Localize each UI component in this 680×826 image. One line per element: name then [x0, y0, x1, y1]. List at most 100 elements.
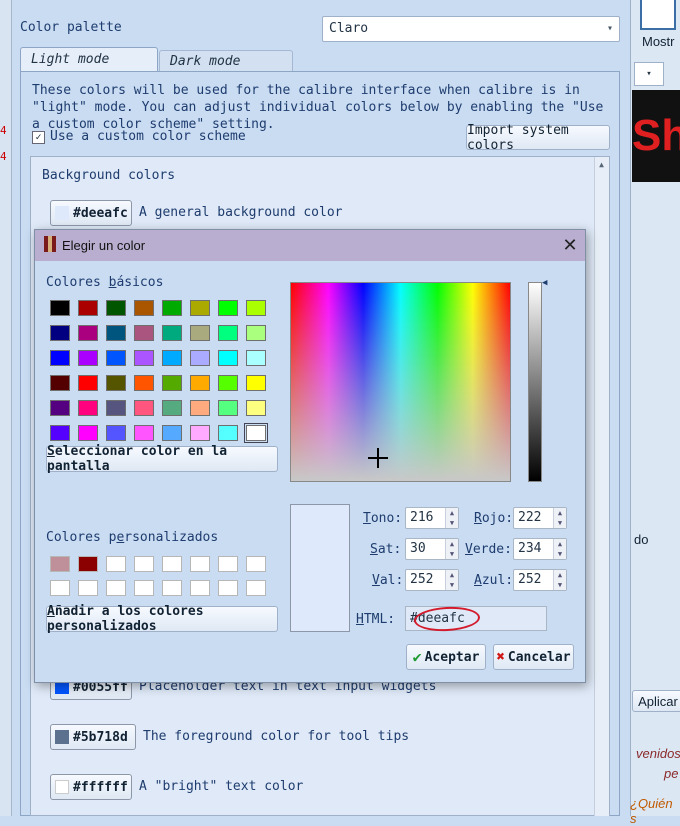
basic-color-swatch[interactable]: [134, 425, 154, 441]
basic-color-swatch[interactable]: [218, 400, 238, 416]
blue-spinbox[interactable]: 252 ▲ ▼: [513, 569, 567, 591]
basic-color-swatch[interactable]: [134, 400, 154, 416]
basic-color-swatch[interactable]: [78, 350, 98, 366]
basic-color-swatch[interactable]: [106, 425, 126, 441]
basic-color-swatch[interactable]: [78, 325, 98, 341]
import-system-colors-button[interactable]: Import system colors: [466, 123, 610, 153]
basic-color-swatch[interactable]: [218, 325, 238, 341]
value-slider-handle-icon[interactable]: ◀: [542, 278, 547, 288]
custom-color-slot[interactable]: [106, 580, 126, 596]
custom-scheme-checkbox[interactable]: ✓: [32, 131, 45, 144]
crosshair-icon: [368, 448, 388, 468]
val-stepper[interactable]: ▲ ▼: [445, 570, 458, 590]
basic-color-swatch[interactable]: [190, 300, 210, 316]
basic-color-swatch[interactable]: [78, 300, 98, 316]
banner-text: Sh: [632, 111, 680, 160]
basic-color-swatch[interactable]: [246, 325, 266, 341]
tab-dark-mode[interactable]: Dark mode colors: [159, 50, 293, 90]
basic-color-swatch[interactable]: [78, 400, 98, 416]
custom-color-slot[interactable]: [246, 556, 266, 572]
custom-color-slot[interactable]: [246, 580, 266, 596]
basic-color-swatch[interactable]: [50, 400, 70, 416]
chevron-down-icon: ▾: [606, 23, 613, 34]
colors-scrollbar[interactable]: [594, 157, 609, 816]
basic-color-swatch[interactable]: [246, 375, 266, 391]
custom-color-slot[interactable]: [218, 580, 238, 596]
palette-dropdown[interactable]: Claro ▾: [322, 16, 620, 42]
custom-color-slot[interactable]: [78, 556, 98, 572]
basic-color-swatch[interactable]: [162, 375, 182, 391]
basic-color-swatch[interactable]: [50, 300, 70, 316]
basic-color-swatch[interactable]: [190, 400, 210, 416]
basic-color-swatch[interactable]: [246, 350, 266, 366]
sat-spinbox[interactable]: 30 ▲ ▼: [405, 538, 459, 560]
custom-color-slot[interactable]: [50, 556, 70, 572]
val-spinbox[interactable]: 252 ▲ ▼: [405, 569, 459, 591]
custom-color-slot[interactable]: [106, 556, 126, 572]
basic-color-swatch[interactable]: [190, 325, 210, 341]
basic-color-swatch[interactable]: [134, 375, 154, 391]
basic-color-swatch[interactable]: [106, 375, 126, 391]
basic-color-swatch[interactable]: [190, 375, 210, 391]
pick-screen-color-button[interactable]: Seleccionar color en la pantalla: [46, 444, 278, 474]
basic-color-swatch[interactable]: [244, 423, 268, 443]
custom-color-slot[interactable]: [162, 556, 182, 572]
green-spinbox[interactable]: 234 ▲ ▼: [513, 538, 567, 560]
custom-color-slot[interactable]: [134, 580, 154, 596]
basic-color-swatch[interactable]: [50, 425, 70, 441]
custom-color-slot[interactable]: [190, 580, 210, 596]
basic-color-swatch[interactable]: [50, 350, 70, 366]
basic-color-swatch[interactable]: [134, 325, 154, 341]
basic-color-swatch[interactable]: [78, 375, 98, 391]
hue-stepper[interactable]: ▲ ▼: [445, 508, 458, 528]
basic-color-swatch[interactable]: [162, 350, 182, 366]
bright-text-color-button[interactable]: #ffffff: [50, 774, 132, 800]
value-slider[interactable]: [528, 282, 542, 482]
add-custom-color-button[interactable]: Añadir a los colores personalizados: [46, 604, 278, 634]
basic-color-swatch[interactable]: [162, 400, 182, 416]
background-apply-button[interactable]: Aplicar: [632, 690, 680, 712]
green-stepper[interactable]: ▲ ▼: [553, 539, 566, 559]
sat-stepper[interactable]: ▲ ▼: [445, 539, 458, 559]
basic-color-swatch[interactable]: [162, 425, 182, 441]
red-stepper[interactable]: ▲ ▼: [553, 508, 566, 528]
custom-color-slot[interactable]: [218, 556, 238, 572]
basic-color-swatch[interactable]: [50, 375, 70, 391]
hue-spinbox[interactable]: 216 ▲ ▼: [405, 507, 459, 529]
background-color-button[interactable]: #deeafc: [50, 200, 132, 226]
basic-color-swatch[interactable]: [190, 425, 210, 441]
basic-color-swatch[interactable]: [218, 350, 238, 366]
basic-color-swatch[interactable]: [106, 400, 126, 416]
basic-color-swatch[interactable]: [106, 300, 126, 316]
custom-color-slot[interactable]: [78, 580, 98, 596]
basic-color-swatch[interactable]: [190, 350, 210, 366]
basic-color-swatch[interactable]: [218, 425, 238, 441]
basic-color-swatch[interactable]: [134, 350, 154, 366]
basic-color-swatch[interactable]: [134, 300, 154, 316]
accept-button[interactable]: ✔ Aceptar: [406, 644, 486, 670]
basic-color-swatch[interactable]: [50, 325, 70, 341]
basic-color-swatch[interactable]: [106, 350, 126, 366]
tab-light-mode[interactable]: Light mode colors: [20, 47, 158, 91]
basic-color-swatch[interactable]: [246, 300, 266, 316]
basic-color-swatch[interactable]: [78, 425, 98, 441]
basic-color-swatch[interactable]: [162, 300, 182, 316]
hue-saturation-field[interactable]: [290, 282, 511, 482]
basic-color-swatch[interactable]: [106, 325, 126, 341]
scroll-up-icon[interactable]: ▲: [595, 160, 608, 172]
close-icon[interactable]: ✕: [560, 234, 580, 256]
custom-color-slot[interactable]: [190, 556, 210, 572]
basic-color-swatch[interactable]: [162, 325, 182, 341]
tooltip-color-button[interactable]: #5b718d: [50, 724, 136, 750]
basic-color-swatch[interactable]: [246, 400, 266, 416]
blue-stepper[interactable]: ▲ ▼: [553, 570, 566, 590]
tooltip-color-swatch: [55, 730, 69, 744]
basic-color-swatch[interactable]: [218, 375, 238, 391]
custom-color-slot[interactable]: [50, 580, 70, 596]
cancel-button[interactable]: ✖ Cancelar: [493, 644, 574, 670]
custom-color-slot[interactable]: [134, 556, 154, 572]
custom-color-slot[interactable]: [162, 580, 182, 596]
background-right-dropdown[interactable]: ▾: [634, 62, 664, 86]
red-spinbox[interactable]: 222 ▲ ▼: [513, 507, 567, 529]
basic-color-swatch[interactable]: [218, 300, 238, 316]
